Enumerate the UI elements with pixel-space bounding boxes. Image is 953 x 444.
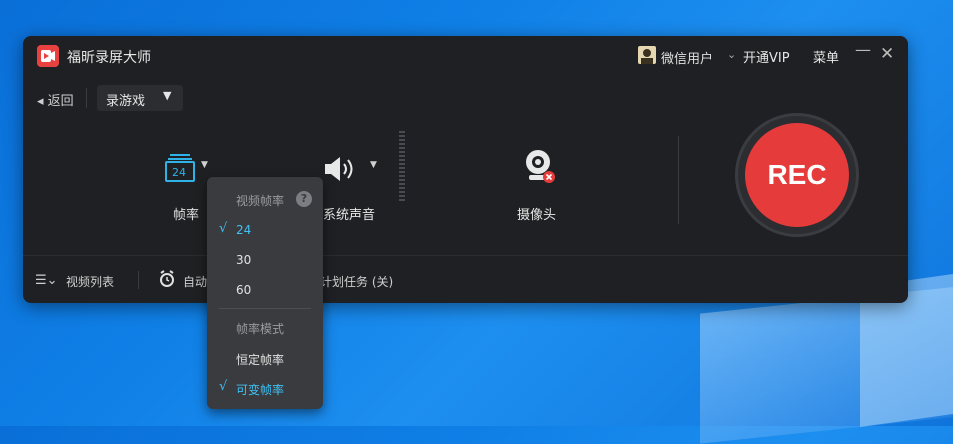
record-button[interactable]: REC [745,123,849,227]
minimize-icon[interactable]: — [855,40,871,59]
menu-button[interactable]: 菜单 [813,47,839,66]
mode-option-variable[interactable]: 可变帧率 [236,381,284,398]
list-icon[interactable]: ☰⌄ [35,273,58,288]
close-icon[interactable]: ✕ [880,44,894,64]
check-icon: √ [219,379,228,394]
chevron-down-icon[interactable]: ⌄ [727,48,736,61]
divider [138,271,139,289]
bottom-bar: ☰⌄ 视频列表 自动 计划任务 (关) [23,255,908,304]
app-logo-icon [37,45,59,67]
title-bar: 福昕录屏大师 微信用户 ⌄ 开通VIP 菜单 — ✕ [23,36,908,76]
webcam-icon[interactable] [523,148,557,190]
framerate-caret-icon[interactable]: ▼ [201,160,208,170]
framerate-menu-header: 视频帧率 [236,194,285,208]
sound-caret-icon[interactable]: ▼ [370,160,377,170]
caret-down-icon: ▼ [163,89,172,102]
divider [678,136,679,224]
framerate-icon[interactable]: 24 [165,153,195,183]
camera-label[interactable]: 摄像头 [517,204,556,223]
video-list-button[interactable]: 视频列表 [66,273,114,290]
user-name[interactable]: 微信用户 [661,48,713,67]
menu-separator [219,308,311,309]
auto-stop-label[interactable]: 自动 [183,273,207,290]
mode-option-constant[interactable]: 恒定帧率 [236,351,284,368]
framerate-mode-header: 帧率模式 [236,322,285,336]
back-label: 返回 [47,94,74,109]
back-arrow-icon: ◂ [37,94,44,109]
help-icon[interactable]: ? [296,191,312,207]
check-icon: √ [219,221,228,236]
framerate-option-30[interactable]: 30 [236,253,251,267]
vip-link[interactable]: 开通VIP [743,47,790,66]
system-sound-label[interactable]: 系统声音 [323,204,375,223]
alarm-clock-icon[interactable] [159,270,175,292]
volume-meter [399,131,405,201]
user-avatar[interactable] [638,46,656,64]
mode-select[interactable]: 录游戏 ▼ [97,85,183,111]
framerate-icon-value: 24 [172,166,186,179]
framerate-label[interactable]: 帧率 [173,204,199,223]
framerate-option-60[interactable]: 60 [236,283,251,297]
divider [86,88,87,108]
recorder-window: 福昕录屏大师 微信用户 ⌄ 开通VIP 菜单 — ✕ ◂ 返回 录游戏 ▼ 24… [23,36,908,303]
app-title: 福昕录屏大师 [67,50,151,66]
framerate-option-24[interactable]: 24 [236,223,251,237]
speaker-icon[interactable] [323,154,363,188]
mode-select-value: 录游戏 [106,94,146,109]
back-button[interactable]: ◂ 返回 [37,90,74,109]
framerate-dropdown: 视频帧率 ? √ 24 30 60 帧率模式 恒定帧率 √ 可变帧率 [207,177,323,409]
schedule-task-label[interactable]: 计划任务 (关) [320,273,393,290]
